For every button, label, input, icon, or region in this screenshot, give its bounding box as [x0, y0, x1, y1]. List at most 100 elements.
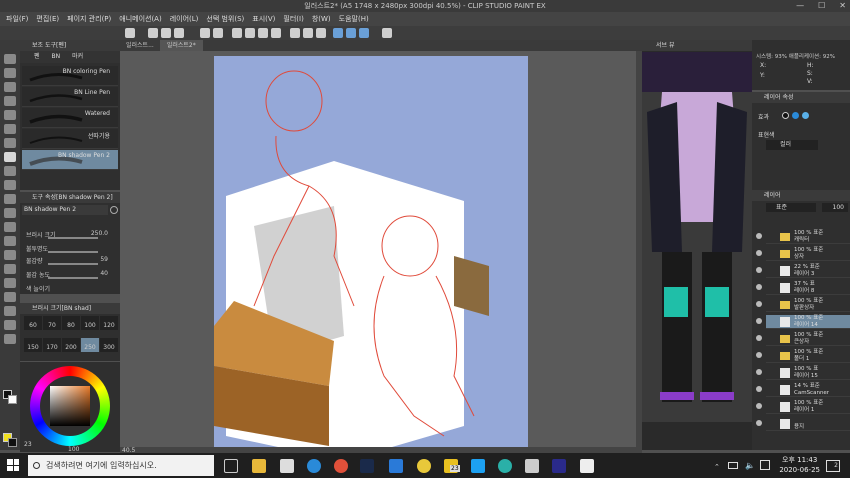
taskbar-clock[interactable]: 오후 11:43 2020-06-25 [779, 455, 820, 475]
opacity-row[interactable]: 불투명도 [26, 244, 118, 254]
paint-density-row[interactable]: 물감 농도 40 [26, 270, 118, 280]
eye-icon[interactable] [756, 284, 762, 290]
text-tool-icon[interactable] [4, 306, 16, 316]
layer-folder-row[interactable]: 100 % 표준 상자 [756, 247, 850, 261]
size-preset-selected[interactable]: 250 [81, 338, 99, 352]
close-button[interactable]: ✕ [839, 0, 846, 12]
help-icon[interactable] [382, 28, 392, 38]
layer-row[interactable]: 용지 [756, 417, 850, 431]
eye-icon[interactable] [756, 318, 762, 324]
clear-icon[interactable] [232, 28, 242, 38]
eye-icon[interactable] [756, 250, 762, 256]
windows-start-icon[interactable] [7, 459, 19, 471]
transform-icon[interactable] [271, 28, 281, 38]
brush-item[interactable]: 선따기용 [22, 129, 118, 149]
blend-tool-icon[interactable] [4, 222, 16, 232]
blend-mode-select[interactable]: 표준 [766, 203, 816, 212]
ruler-tool-icon[interactable] [4, 292, 16, 302]
layer-row[interactable]: 100 % 표준 레이어 1 [756, 400, 850, 414]
brush-item[interactable]: BN coloring Pen [22, 66, 118, 86]
pencil-tool-icon[interactable] [4, 166, 16, 176]
menu-view[interactable]: 표시(V) [252, 12, 275, 26]
tab-pen[interactable]: 펜 [34, 51, 40, 63]
snap-grid-icon[interactable] [359, 28, 369, 38]
eye-icon[interactable] [756, 233, 762, 239]
tone-effect-icon[interactable] [792, 112, 799, 119]
layer-row[interactable]: 100 % 표 레이어 15 [756, 366, 850, 380]
edge-icon[interactable] [307, 459, 321, 473]
eye-icon[interactable] [756, 403, 762, 409]
file-explorer-icon[interactable] [252, 459, 266, 473]
eye-icon[interactable] [756, 267, 762, 273]
move-tool-icon[interactable] [4, 68, 16, 78]
paint-amount-row[interactable]: 물감량 59 [26, 256, 118, 266]
maximize-button[interactable]: ☐ [818, 0, 825, 12]
eye-icon[interactable] [756, 420, 762, 426]
chrome-icon[interactable] [417, 459, 431, 473]
menu-window[interactable]: 창(W) [312, 12, 331, 26]
new-file-icon[interactable] [148, 28, 158, 38]
tab-marker[interactable]: 마커 [72, 51, 83, 63]
kakaotalk-icon[interactable]: 23 [444, 459, 460, 473]
chevron-up-icon[interactable]: ⌃ [714, 463, 720, 471]
expression-select[interactable]: 컬러 [766, 140, 818, 150]
redo-icon[interactable] [213, 28, 223, 38]
size-preset[interactable]: 120 [100, 316, 118, 330]
search-icon[interactable] [110, 206, 118, 214]
fill-icon[interactable] [258, 28, 268, 38]
zoom-tool-icon[interactable] [4, 54, 16, 64]
size-preset[interactable]: 200 [62, 338, 80, 352]
taskbar-search[interactable]: 검색하려면 여기에 입력하십시오. [28, 455, 214, 476]
clip-studio-icon[interactable] [125, 28, 135, 38]
eye-icon[interactable] [756, 301, 762, 307]
size-preset[interactable]: 300 [100, 338, 118, 352]
balloon-tool-icon[interactable] [4, 320, 16, 330]
save-icon[interactable] [174, 28, 184, 38]
menu-animation[interactable]: 애니메이션(A) [119, 12, 161, 26]
size-preset[interactable]: 70 [43, 316, 61, 330]
figure-tool-icon[interactable] [4, 264, 16, 274]
edge-new-icon[interactable] [498, 459, 512, 473]
tab-illustration-1[interactable]: 일러스트... [120, 40, 161, 51]
eyedropper-tool-icon[interactable] [4, 138, 16, 148]
airbrush-tool-icon[interactable] [4, 194, 16, 204]
brush-item[interactable]: Watered [22, 108, 118, 128]
canvas-artwork[interactable] [214, 56, 528, 448]
menu-help[interactable]: 도움말(H) [339, 12, 369, 26]
layer-row[interactable]: 100 % 표준 레이어 14 [756, 315, 850, 329]
layer-row[interactable]: 14 % 표준 CamScanner [756, 383, 850, 397]
color-swatch-black[interactable] [8, 438, 17, 447]
layer-folder-row[interactable]: 100 % 표준 캐릭터 [756, 230, 850, 244]
selection-tool-icon[interactable] [4, 110, 16, 120]
app-icon[interactable] [334, 459, 348, 473]
opacity-input[interactable]: 100 [822, 203, 848, 212]
size-preset[interactable]: 150 [24, 338, 42, 352]
snap-ruler-special-icon[interactable] [346, 28, 356, 38]
size-preset[interactable]: 80 [62, 316, 80, 330]
sub-color-swatch[interactable] [8, 395, 17, 404]
menu-page[interactable]: 페이지 관리(P) [67, 12, 111, 26]
eye-icon[interactable] [756, 352, 762, 358]
layer-color-icon[interactable] [802, 112, 809, 119]
gradient-tool-icon[interactable] [4, 250, 16, 260]
menu-filter[interactable]: 필터(I) [283, 12, 303, 26]
menu-layer[interactable]: 레이어(L) [170, 12, 199, 26]
language-icon[interactable] [760, 460, 770, 470]
eye-icon[interactable] [756, 335, 762, 341]
layer-folder-row[interactable]: 100 % 표준 폴더 1 [756, 349, 850, 363]
saturation-value-square[interactable] [50, 386, 90, 426]
minimize-button[interactable]: — [796, 0, 804, 12]
tab-bn[interactable]: BN [52, 51, 61, 63]
size-preset[interactable]: 100 [81, 316, 99, 330]
store-icon[interactable] [280, 459, 294, 473]
eye-icon[interactable] [756, 369, 762, 375]
brush-item-selected[interactable]: BN shadow Pen 2 [22, 150, 118, 170]
volume-icon[interactable]: 🔈 [745, 461, 755, 470]
brush-size-row[interactable]: 브러시 크기 250.0 [26, 230, 118, 240]
move-layer-tool-icon[interactable] [4, 96, 16, 106]
pen-tool-icon[interactable] [4, 152, 16, 162]
auto-select-tool-icon[interactable] [4, 124, 16, 134]
eye-icon[interactable] [756, 386, 762, 392]
brush-tool-icon[interactable] [4, 180, 16, 190]
battery-icon[interactable] [728, 462, 738, 469]
